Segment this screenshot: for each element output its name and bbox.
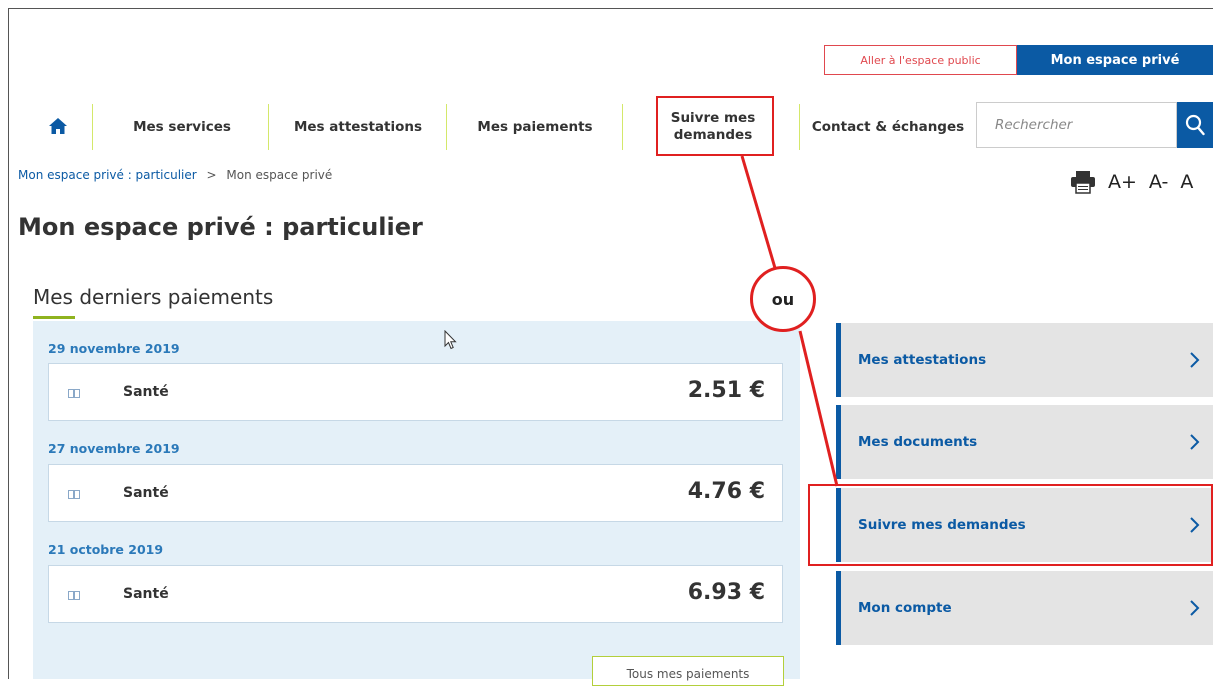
side-item-label: Mon compte [858,600,952,616]
search-input[interactable]: Rechercher [976,102,1177,148]
nav-item-services[interactable]: Mes services [97,98,267,156]
page-title: Mon espace privé : particulier [18,213,423,241]
breadcrumb-current: Mon espace privé [226,168,333,182]
side-item-attestations[interactable]: Mes attestations [836,323,1213,397]
font-increase-button[interactable]: A+ [1108,171,1137,193]
printer-icon[interactable] [1070,170,1096,194]
side-item-label: Mes documents [858,434,978,450]
highlight-side-demandes [808,484,1213,566]
annotation-or-circle: ou [750,266,816,332]
private-space-button[interactable]: Mon espace privé [1017,45,1213,75]
nav-separator [268,104,269,150]
nav-item-attestations[interactable]: Mes attestations [272,98,444,156]
side-item-compte[interactable]: Mon compte [836,571,1213,645]
payment-card[interactable]: Santé 2.51 € [48,363,783,421]
payment-amount: 6.93 € [687,580,765,605]
highlight-nav-demandes [656,96,774,156]
breadcrumb: Mon espace privé : particulier > Mon esp… [18,168,332,182]
public-space-button[interactable]: Aller à l'espace public [824,45,1017,75]
nav-separator [92,104,93,150]
mouse-cursor-icon [444,330,457,350]
payment-amount: 2.51 € [687,378,765,403]
breadcrumb-root[interactable]: Mon espace privé : particulier [18,168,197,182]
payment-icon [68,389,80,398]
search-button[interactable] [1177,102,1213,148]
payment-card[interactable]: Santé 4.76 € [48,464,783,522]
payment-date: 21 octobre 2019 [48,542,164,557]
nav-item-paiements[interactable]: Mes paiements [450,98,620,156]
font-decrease-button[interactable]: A- [1149,171,1168,193]
all-payments-button[interactable]: Tous mes paiements [592,656,784,686]
font-reset-button[interactable]: A [1180,171,1193,193]
section-underline [33,316,75,319]
payment-label: Santé [123,485,169,501]
payment-icon [68,591,80,600]
chevron-right-icon [1190,434,1200,450]
nav-separator [799,104,800,150]
nav-separator [622,104,623,150]
payment-label: Santé [123,384,169,400]
chevron-right-icon [1190,352,1200,368]
payment-amount: 4.76 € [687,479,765,504]
nav-item-contact[interactable]: Contact & échanges [803,98,973,156]
payment-date: 27 novembre 2019 [48,441,180,456]
nav-separator [446,104,447,150]
search-icon [1185,114,1205,136]
payment-label: Santé [123,586,169,602]
payment-card[interactable]: Santé 6.93 € [48,565,783,623]
payment-icon [68,490,80,499]
side-item-documents[interactable]: Mes documents [836,405,1213,479]
payment-date: 29 novembre 2019 [48,341,180,356]
breadcrumb-separator: > [206,168,217,182]
page-tools: A+ A- A [1070,170,1193,194]
payments-section-title: Mes derniers paiements [33,285,274,309]
chevron-right-icon [1190,600,1200,616]
side-item-label: Mes attestations [858,352,987,368]
payments-panel: 29 novembre 2019 Santé 2.51 € 27 novembr… [33,321,800,679]
